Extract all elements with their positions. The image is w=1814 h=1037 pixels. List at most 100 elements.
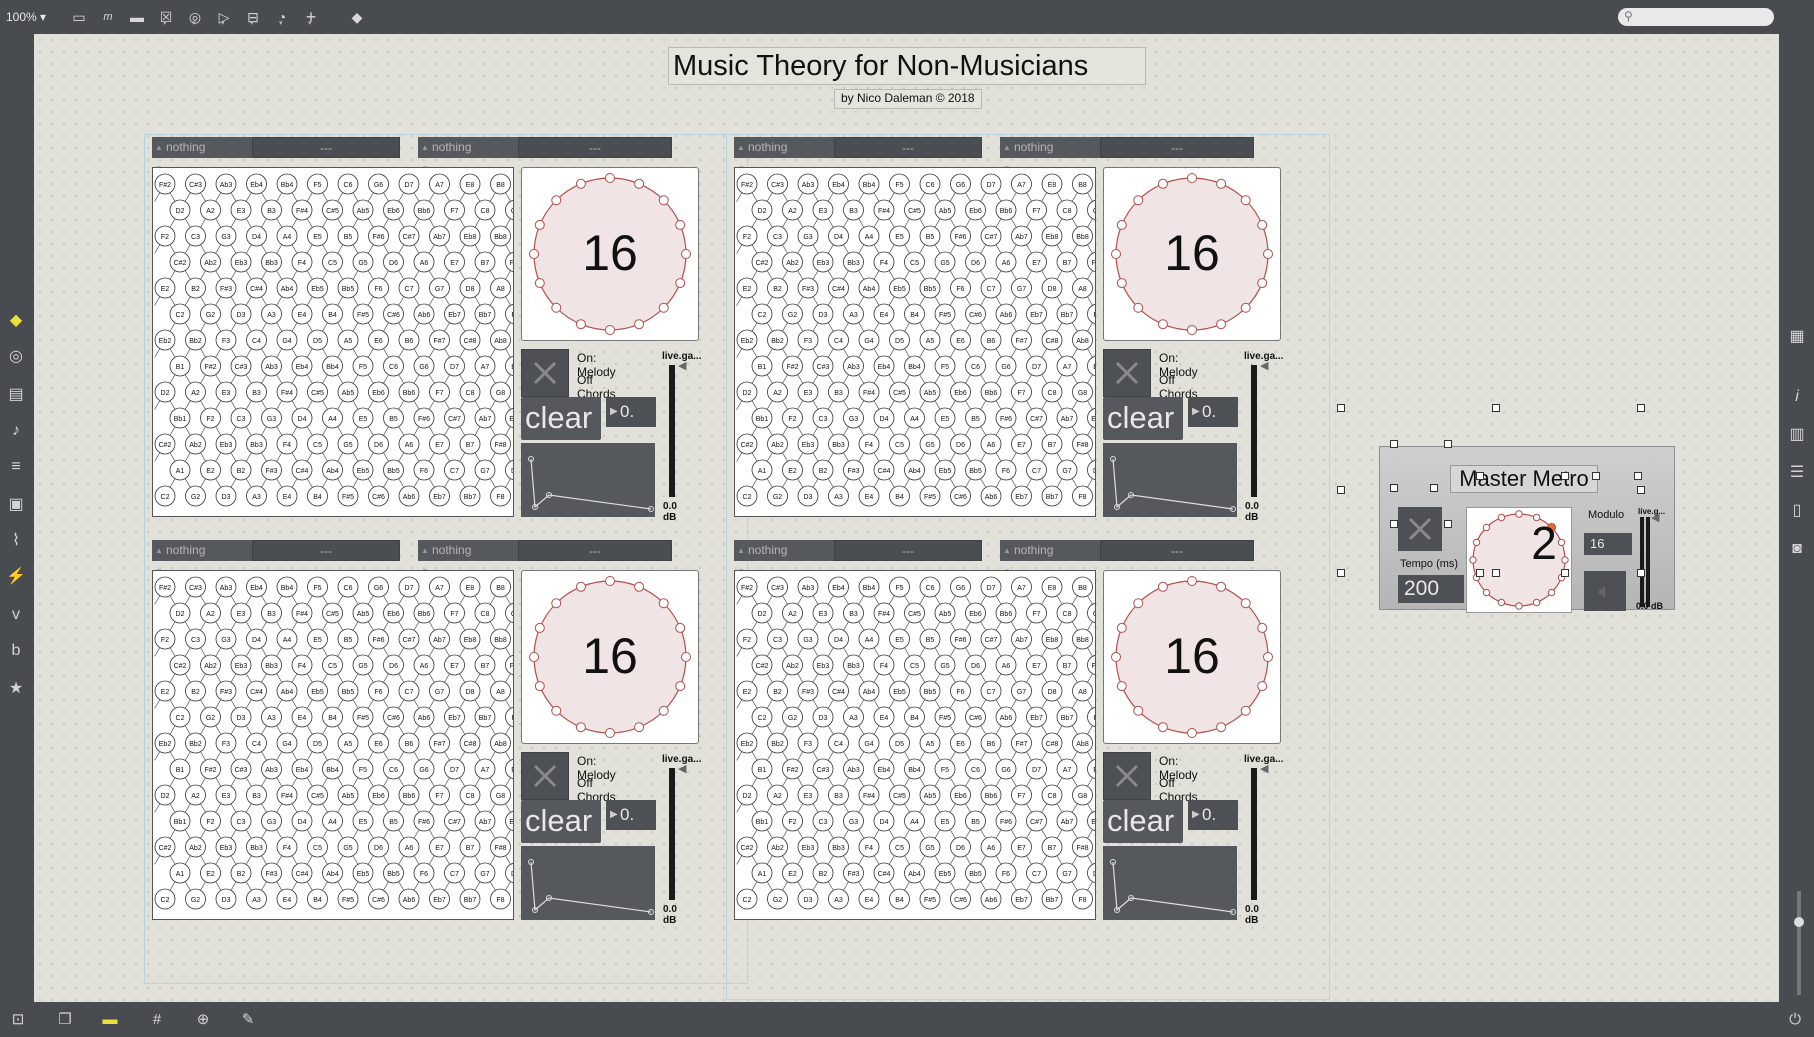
selection-handle[interactable] [1492,569,1500,577]
image-icon[interactable]: ▣ [5,494,27,516]
sound-menu-2[interactable]: ▲▼nothing [418,137,518,173]
sound-menu-value[interactable]: --- [252,540,400,561]
list-view-icon[interactable]: ☰ [1786,462,1808,484]
step-dot[interactable] [1515,602,1523,610]
lock-icon[interactable]: ⊡ [8,1010,28,1030]
sound-menu-2[interactable]: ▲▼nothing [1000,137,1100,173]
selection-handle[interactable] [1444,440,1452,448]
target-icon[interactable]: ◎ [5,346,27,368]
float-number-box[interactable]: ▶ 0. [1188,397,1238,427]
music-note-icon[interactable]: ♪ [5,420,27,442]
sound-menu[interactable]: ▲▼nothing [734,137,834,173]
master-counter-circle[interactable]: 2 [1466,507,1572,613]
sound-menu-2[interactable]: ▲▼nothing [418,540,518,576]
selection-handle[interactable] [1337,569,1345,577]
grid-toggle-icon[interactable]: # [147,1010,167,1030]
selection-handle[interactable] [1492,404,1500,412]
star-icon[interactable]: ★ [5,678,27,700]
sound-menu-2[interactable]: ▲▼nothing [1000,540,1100,576]
clear-button[interactable]: clear [1103,397,1183,440]
clear-button[interactable]: clear [1103,800,1183,843]
wrench-icon[interactable]: ✎ [238,1010,258,1030]
volume-slider[interactable] [1794,891,1804,995]
message-box-icon[interactable]: m [99,8,117,26]
button-object-icon[interactable]: ◎ ▾ [186,8,204,27]
plus-icon[interactable]: + ▾ [302,8,320,27]
sound-menu-2-value[interactable]: --- [518,540,672,561]
step-dot[interactable] [1472,538,1481,547]
master-gain-track-left[interactable] [1640,517,1644,607]
paint-bucket-icon[interactable]: ◆ [348,8,366,26]
melody-chords-toggle[interactable] [1103,349,1151,397]
gain-slider[interactable] [1251,365,1257,497]
melody-chords-toggle[interactable] [521,752,569,800]
envelope-editor[interactable] [1103,846,1237,920]
step-dot[interactable] [1469,556,1477,564]
slider-object-icon[interactable]: ⊟ ▾ [244,8,262,27]
envelope-editor[interactable] [1103,443,1237,517]
selection-handle[interactable] [1444,520,1452,528]
step-dot[interactable] [1532,598,1541,607]
cube-icon[interactable]: ◆ [5,310,27,332]
tonnetz-grid[interactable]: F#2 C#3 Ab3 Eb4 Bb4 F5 C6 G6 D7 A7 E8 B8 D2 A2 E3 B3 F#4… [152,570,514,920]
book-icon[interactable]: ▥ [1786,424,1808,446]
sound-menu-2-value[interactable]: --- [1100,540,1254,561]
gain-slider[interactable] [669,768,675,900]
list-icon[interactable]: ≡ [5,456,27,478]
selection-handle[interactable] [1592,472,1600,480]
windows-icon[interactable]: ❐ [55,1010,75,1030]
sound-menu-value[interactable]: --- [834,540,982,561]
step-circle[interactable]: 16 [521,570,699,744]
step-circle[interactable]: 16 [1103,167,1281,341]
new-object-icon[interactable]: ⊕ [193,1010,213,1030]
selection-handle[interactable] [1637,569,1645,577]
tonnetz-grid[interactable]: F#2 C#3 Ab3 Eb4 Bb4 F5 C6 G6 D7 A7 E8 B8 D2 A2 E3 B3 F#4… [152,167,514,517]
sound-menu[interactable]: ▲▼nothing [734,540,834,576]
play-object-icon[interactable]: ▷ ▾ [215,8,233,27]
toggle-object-icon[interactable]: ☒ ▾ [157,8,175,27]
selection-handle[interactable] [1637,404,1645,412]
grid-icon[interactable]: ▦ [1786,326,1808,348]
master-gain-track-right[interactable] [1646,517,1650,607]
vimeo-icon[interactable]: v [5,604,27,626]
camera-icon[interactable]: ◙ [1786,538,1808,560]
sound-menu-2-value[interactable]: --- [518,137,672,158]
clear-button[interactable]: clear [521,800,601,843]
selection-handle[interactable] [1390,520,1398,528]
reference-icon[interactable]: ▯ [1786,500,1808,522]
patcher-window-icon[interactable]: ▭ [70,8,88,26]
envelope-editor[interactable] [521,443,655,517]
float-number-box[interactable]: ▶ 0. [1188,800,1238,830]
plug-icon[interactable]: ⚡ [5,566,27,588]
selection-handle[interactable] [1337,404,1345,412]
melody-chords-toggle[interactable] [521,349,569,397]
zoom-menu[interactable]: 100% ▾ [6,10,46,24]
step-dot[interactable] [1547,588,1556,597]
sound-menu[interactable]: ▲▼nothing [152,540,252,576]
float-number-box[interactable]: ▶ 0. [606,800,656,830]
film-icon[interactable]: ▤ [5,384,27,406]
sound-menu-value[interactable]: --- [252,137,400,158]
tonnetz-grid[interactable]: F#2 C#3 Ab3 Eb4 Bb4 F5 C6 G6 D7 A7 E8 B8 D2 A2 E3 B3 F#4… [734,167,1096,517]
package-icon[interactable]: b [5,640,27,662]
step-dot[interactable] [1497,598,1506,607]
selection-handle[interactable] [1390,440,1398,448]
speaker-icon[interactable]: 🔈︎ [1584,571,1626,611]
selection-handle[interactable] [1390,484,1398,492]
step-circle[interactable]: 16 [521,167,699,341]
selection-handle[interactable] [1561,472,1569,480]
selection-handle[interactable] [1337,486,1345,494]
step-circle[interactable]: 16 [1103,570,1281,744]
float-number-box[interactable]: ▶ 0. [606,397,656,427]
sound-menu-value[interactable]: --- [834,137,982,158]
info-icon[interactable]: i [1786,386,1808,408]
melody-chords-toggle[interactable] [1103,752,1151,800]
clear-button[interactable]: clear [521,397,601,440]
selection-handle[interactable] [1476,472,1484,480]
tonnetz-grid[interactable]: F#2 C#3 Ab3 Eb4 Bb4 F5 C6 G6 D7 A7 E8 B8 D2 A2 E3 B3 F#4… [734,570,1096,920]
step-dot[interactable] [1482,523,1491,532]
tempo-number-box[interactable]: 200 [1398,575,1464,603]
selection-handle[interactable] [1637,486,1645,494]
selection-handle[interactable] [1561,569,1569,577]
presentation-icon[interactable]: ▬ [100,1010,120,1030]
